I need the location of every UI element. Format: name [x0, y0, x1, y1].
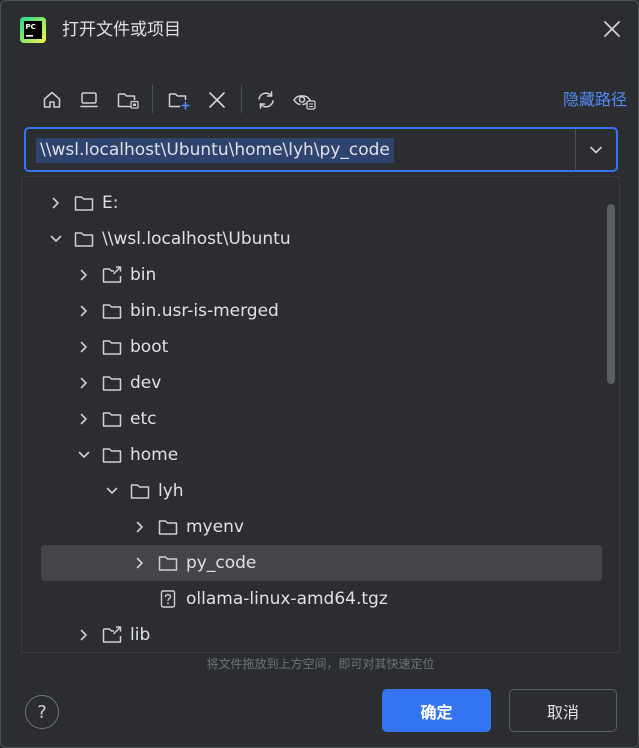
delete-button[interactable]	[202, 85, 232, 115]
tree-row[interactable]: \\wsl.localhost\Ubuntu	[22, 221, 619, 257]
show-hidden-button[interactable]	[290, 85, 320, 115]
delete-icon	[209, 92, 225, 108]
title-bar: PC 打开文件或项目	[1, 1, 638, 59]
close-icon	[604, 21, 620, 37]
help-icon: ?	[37, 701, 47, 723]
project-folder-icon	[117, 93, 139, 109]
path-input[interactable]: \\wsl.localhost\Ubuntu\home\lyh\py_code	[24, 127, 618, 172]
tree-row-label: E:	[102, 193, 119, 213]
folder-icon	[102, 376, 122, 391]
tree-row-label: dev	[130, 373, 162, 393]
tree-row-label: ollama-linux-amd64.tgz	[186, 589, 388, 609]
tree-row[interactable]: py_code	[22, 545, 619, 581]
desktop-icon	[80, 92, 98, 108]
new-folder-icon	[168, 93, 190, 110]
chevron-right-icon[interactable]	[132, 519, 148, 535]
tree-row[interactable]: bin.usr-is-merged	[22, 293, 619, 329]
open-file-dialog: PC 打开文件或项目 隐藏路径 \\wsl.localhost\Ubuntu\h…	[0, 0, 639, 748]
chevron-down-icon[interactable]	[48, 231, 64, 247]
tree-row-label: \\wsl.localhost\Ubuntu	[102, 229, 291, 249]
tree-row[interactable]: myenv	[22, 509, 619, 545]
chevron-right-icon[interactable]	[76, 303, 92, 319]
folder-icon	[102, 304, 122, 319]
folder-icon	[102, 412, 122, 427]
chevron-right-icon[interactable]	[76, 627, 92, 643]
tree-row-label: myenv	[186, 517, 244, 537]
toolbar-separator	[241, 85, 242, 113]
desktop-button[interactable]	[74, 85, 104, 115]
tree-row[interactable]: ollama-linux-amd64.tgz	[22, 581, 619, 617]
pycharm-logo-icon: PC	[20, 17, 46, 43]
drag-drop-hint: 将文件拖放到上方空间，即可对其快速定位	[206, 657, 435, 671]
tree-row[interactable]: dev	[22, 365, 619, 401]
tree-row[interactable]: lyh	[22, 473, 619, 509]
show-hidden-icon	[293, 95, 316, 110]
tree-row[interactable]: etc	[22, 401, 619, 437]
tree-row[interactable]: boot	[22, 329, 619, 365]
ok-button[interactable]: 确定	[382, 689, 491, 732]
chevron-right-icon[interactable]	[76, 375, 92, 391]
chevron-right-icon[interactable]	[76, 411, 92, 427]
chevron-down-icon[interactable]	[104, 483, 120, 499]
chevron-right-icon[interactable]	[48, 195, 64, 211]
close-button[interactable]	[600, 17, 624, 41]
tree-row[interactable]: lib	[22, 617, 619, 652]
folder-icon	[158, 556, 178, 571]
logo-text: PC	[26, 23, 36, 31]
refresh-icon	[258, 91, 274, 109]
folder-link-icon	[102, 626, 122, 643]
tree-row-label: lib	[130, 625, 151, 645]
chevron-down-icon	[590, 146, 602, 153]
new-folder-button[interactable]	[164, 85, 194, 115]
chevron-right-icon[interactable]	[76, 339, 92, 355]
tree-row-label: home	[130, 445, 179, 465]
selection-highlight	[41, 545, 602, 581]
tree-row-label: bin	[130, 265, 157, 285]
tree-row-label: py_code	[186, 553, 257, 573]
folder-icon	[102, 448, 122, 463]
home-button[interactable]	[37, 85, 67, 115]
toolbar-separator	[152, 85, 153, 113]
unknown-file-icon	[160, 590, 176, 608]
folder-icon	[74, 196, 94, 211]
chevron-right-icon[interactable]	[132, 555, 148, 571]
folder-icon	[158, 520, 178, 535]
tree-row[interactable]: bin	[22, 257, 619, 293]
chevron-down-icon[interactable]	[76, 447, 92, 463]
tree-row[interactable]: home	[22, 437, 619, 473]
folder-icon	[74, 232, 94, 247]
path-input-text-container[interactable]: \\wsl.localhost\Ubuntu\home\lyh\py_code	[36, 138, 394, 163]
tree-row-label: etc	[130, 409, 157, 429]
path-history-dropdown-button[interactable]	[576, 129, 616, 170]
tree-row-label: boot	[130, 337, 169, 357]
cancel-button[interactable]: 取消	[509, 689, 617, 732]
folder-icon	[130, 484, 150, 499]
chevron-right-icon[interactable]	[76, 267, 92, 283]
hide-path-link[interactable]: 隐藏路径	[563, 88, 627, 112]
file-tree[interactable]: E: \\wsl.localhost\Ubuntu bin bin.usr-is-me…	[21, 176, 620, 653]
dialog-title: 打开文件或项目	[62, 20, 181, 40]
scrollbar-thumb[interactable]	[607, 204, 615, 384]
tree-row-label: bin.usr-is-merged	[130, 301, 279, 321]
refresh-button[interactable]	[251, 85, 281, 115]
folder-link-icon	[102, 266, 122, 283]
help-button[interactable]: ?	[25, 695, 59, 729]
tree-row[interactable]: E:	[22, 185, 619, 221]
folder-icon	[102, 340, 122, 355]
path-input-value[interactable]: \\wsl.localhost\Ubuntu\home\lyh\py_code	[36, 138, 394, 163]
tree-row-label: lyh	[158, 481, 184, 501]
home-icon	[43, 91, 61, 108]
project-folder-button[interactable]	[113, 85, 143, 115]
toolbar: 隐藏路径	[37, 85, 627, 115]
